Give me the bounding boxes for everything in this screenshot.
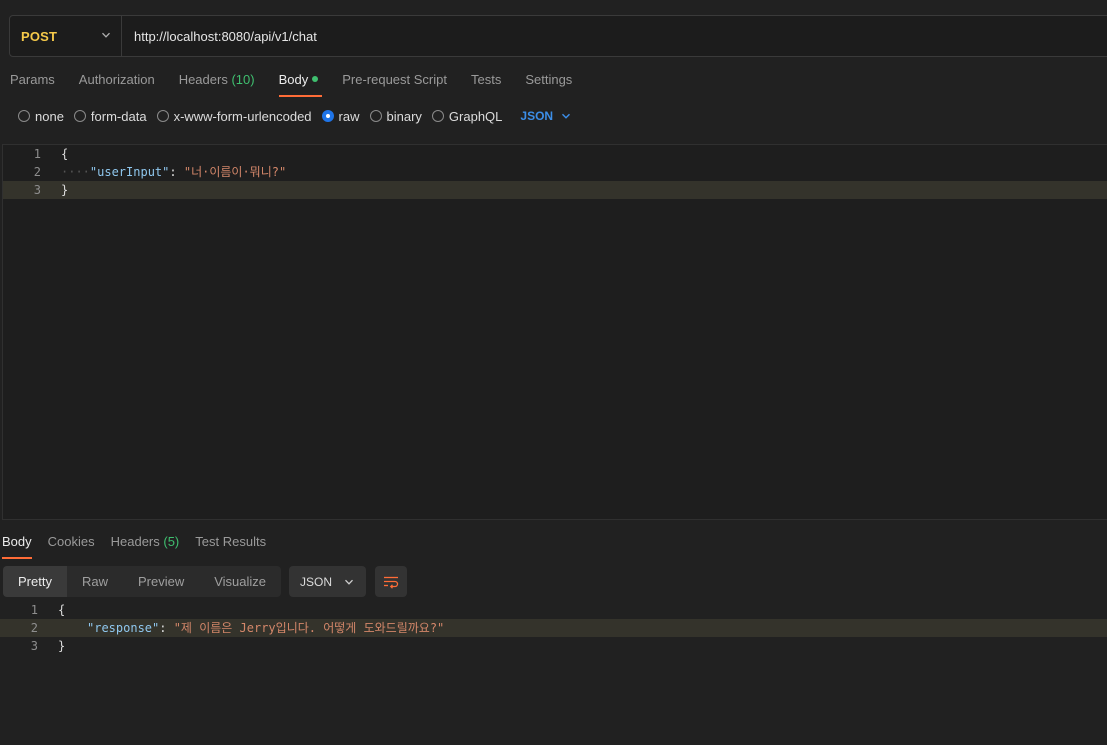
radio-form-data[interactable]: form-data [73, 108, 147, 124]
view-raw-button[interactable]: Raw [67, 566, 123, 597]
chevron-down-icon [562, 113, 571, 119]
tab-headers[interactable]: Headers (10) [179, 72, 255, 96]
radio-label: form-data [90, 108, 147, 124]
whitespace-dots: ···· [61, 165, 90, 179]
radio-circle[interactable] [369, 110, 382, 122]
wrap-lines-button[interactable] [375, 566, 408, 597]
tab-label: Tests [470, 72, 502, 87]
radio-circle-checked[interactable] [321, 110, 334, 122]
response-tab-body[interactable]: Body [2, 534, 32, 559]
radio-circle[interactable] [73, 110, 86, 122]
tab-label: Settings [525, 72, 573, 87]
request-tabs: Params Authorization Headers (10) Body P… [10, 72, 596, 97]
json-key: "userInput" [89, 165, 170, 179]
view-visualize-button[interactable]: Visualize [199, 566, 281, 597]
tab-label: Headers [178, 72, 228, 87]
json-separator: : [169, 165, 184, 179]
code-text: ····"userInput": "너·이름이·뭐니?" [61, 163, 286, 181]
radio-circle[interactable] [431, 110, 444, 122]
code-line: 2 ····"userInput": "너·이름이·뭐니?" [3, 163, 1107, 181]
response-body-viewer[interactable]: 1 { 2 "response": "제 이름은 Jerry입니다. 어떻게 도… [0, 601, 1107, 745]
view-mode-group: Pretty Raw Preview Visualize [3, 566, 282, 597]
radio-label: binary [386, 108, 422, 124]
code-line: 3 } [0, 637, 1107, 655]
line-number: 2 [33, 165, 41, 179]
code-text: } [61, 181, 68, 199]
code-line-current: 3 } [3, 181, 1107, 199]
json-separator: : [159, 621, 174, 635]
json-string: "제 이름은 Jerry입니다. 어떻게 도와드릴까요?" [173, 621, 445, 635]
tab-label: Body [2, 534, 32, 549]
response-format-select[interactable]: JSON [289, 566, 367, 597]
request-url-bar: POST http://localhost:8080/api/v1/chat [9, 15, 1107, 57]
line-number: 2 [30, 621, 38, 635]
code-line: 1 { [3, 145, 1107, 163]
radio-raw[interactable]: raw [321, 108, 360, 124]
radio-label: GraphQL [448, 108, 503, 124]
tab-pre-request-script[interactable]: Pre-request Script [342, 72, 447, 96]
tab-label: Test Results [195, 534, 267, 549]
radio-label: raw [338, 108, 360, 124]
radio-circle[interactable] [18, 110, 30, 122]
radio-label: x-www-form-urlencoded [173, 108, 312, 124]
request-body-editor[interactable]: 1 { 2 ····"userInput": "너·이름이·뭐니?" 3 } [2, 144, 1107, 520]
tab-settings[interactable]: Settings [525, 72, 572, 96]
response-tab-headers[interactable]: Headers (5) [111, 534, 180, 558]
tab-params[interactable]: Params [10, 72, 55, 96]
tab-body[interactable]: Body [278, 72, 322, 97]
tab-authorization[interactable]: Authorization [79, 72, 155, 96]
json-brace: { [58, 603, 66, 617]
tab-label: Params [10, 72, 55, 87]
chevron-down-icon [345, 579, 354, 585]
response-tab-test-results[interactable]: Test Results [195, 534, 266, 558]
response-tabs: Body Cookies Headers (5) Test Results [2, 534, 282, 559]
code-text: { [58, 601, 65, 619]
tab-label: Headers [110, 534, 160, 549]
tab-label: Authorization [78, 72, 155, 87]
body-format-select[interactable]: JSON [520, 109, 571, 123]
radio-x-www-form-urlencoded[interactable]: x-www-form-urlencoded [156, 108, 312, 124]
code-line-current: 2 "response": "제 이름은 Jerry입니다. 어떻게 도와드릴까… [0, 619, 1107, 637]
code-text: "response": "제 이름은 Jerry입니다. 어떻게 도와드릴까요?… [58, 619, 444, 637]
wrap-lines-icon [384, 576, 399, 589]
body-format-label: JSON [520, 109, 554, 123]
radio-circle[interactable] [156, 110, 169, 122]
radio-none[interactable]: none [18, 109, 64, 124]
view-preview-button[interactable]: Preview [123, 566, 199, 597]
tab-label: Pre-request Script [342, 72, 447, 87]
method-select[interactable]: POST [10, 16, 122, 56]
radio-binary[interactable]: binary [369, 108, 422, 124]
body-type-options: none form-data x-www-form-urlencoded raw… [18, 108, 571, 124]
chevron-down-icon [102, 32, 110, 38]
headers-count: (10) [231, 72, 255, 87]
line-number: 1 [33, 147, 41, 161]
json-brace: } [61, 183, 69, 197]
tab-tests[interactable]: Tests [471, 72, 501, 96]
body-indicator-dot [312, 76, 319, 82]
line-number: 3 [30, 639, 38, 653]
view-pretty-button[interactable]: Pretty [3, 566, 67, 597]
response-format-label: JSON [300, 574, 333, 589]
json-key: "response" [87, 621, 160, 635]
response-tab-cookies[interactable]: Cookies [48, 534, 95, 558]
json-brace: } [58, 639, 66, 653]
tab-label: Cookies [47, 534, 95, 549]
headers-count: (5) [163, 534, 180, 549]
radio-graphql[interactable]: GraphQL [431, 108, 503, 124]
code-text: } [58, 637, 65, 655]
json-string: "너·이름이·뭐니?" [183, 165, 287, 179]
code-line: 1 { [0, 601, 1107, 619]
response-view-toolbar: Pretty Raw Preview Visualize JSON [3, 566, 408, 597]
line-number: 3 [33, 183, 41, 197]
radio-label: none [35, 108, 64, 124]
url-input[interactable]: http://localhost:8080/api/v1/chat [122, 29, 317, 44]
json-brace: { [61, 147, 69, 161]
method-label: POST [21, 28, 58, 44]
line-number: 1 [30, 603, 38, 617]
tab-label: Body [278, 72, 309, 87]
code-text: { [61, 145, 68, 163]
